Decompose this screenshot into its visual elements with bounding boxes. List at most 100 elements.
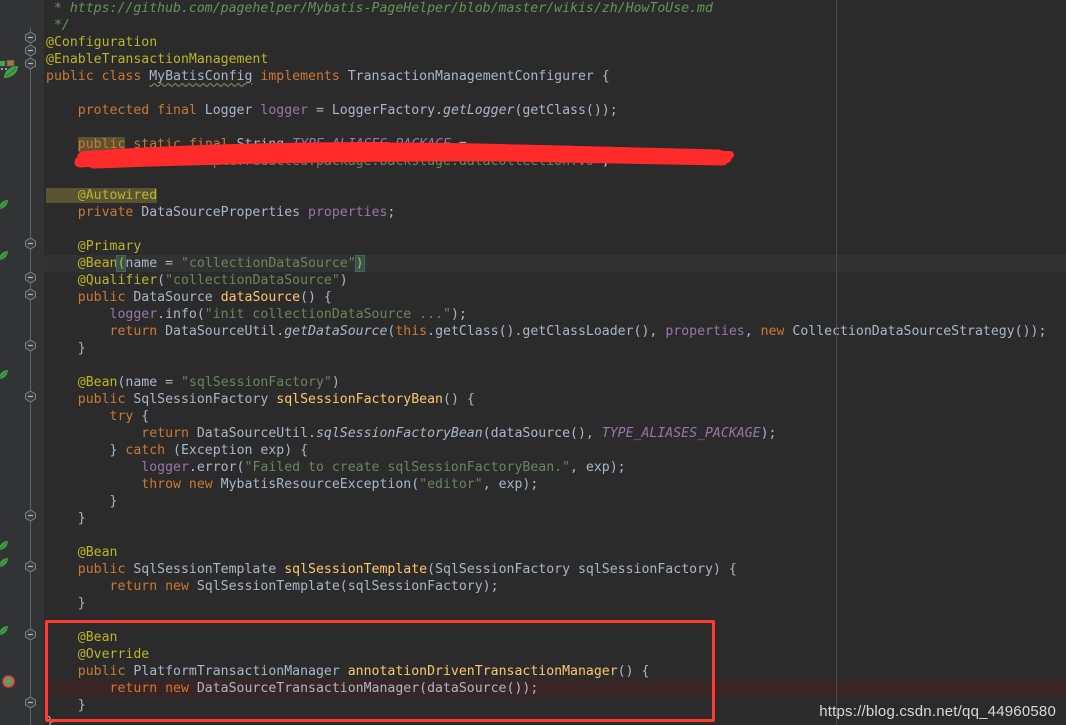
code-line[interactable]: public static final String TYPE_ALIASES_… [0, 136, 467, 153]
code-token: public [46, 392, 134, 407]
spring-bean-icon[interactable] [0, 366, 10, 385]
code-token: = LoggerFactory. [315, 103, 443, 118]
code-token: static [125, 137, 189, 152]
code-line[interactable]: return DataSourceUtil.getDataSource(this… [0, 323, 1047, 340]
code-line[interactable]: logger.error("Failed to create sqlSessio… [0, 459, 626, 476]
code-token: return new [46, 579, 197, 594]
code-token: @Configuration [46, 35, 158, 50]
code-line[interactable]: } [0, 493, 118, 510]
code-text-layer[interactable]: * https://github.com/pagehelper/Mybatis-… [0, 0, 1066, 725]
code-line[interactable]: logger.info("init collectionDataSource .… [0, 306, 467, 323]
fold-rail-line [30, 28, 31, 725]
code-line[interactable]: @Autowired [0, 187, 158, 204]
code-line[interactable]: protected final Logger logger = LoggerFa… [0, 102, 618, 119]
spring-bean-class-icon[interactable] [0, 59, 22, 84]
fold-marker-collapse[interactable] [24, 509, 37, 522]
breakpoint-icon[interactable] [2, 675, 15, 688]
fold-marker-collapse[interactable] [24, 390, 37, 403]
code-line[interactable]: } [0, 595, 86, 612]
code-line[interactable]: private DataSourceProperties properties; [0, 204, 396, 221]
code-line[interactable]: public SqlSessionFactory sqlSessionFacto… [0, 391, 475, 408]
fold-marker-collapse[interactable] [24, 696, 37, 709]
code-line[interactable]: @Qualifier("collectionDataSource") [0, 272, 348, 289]
code-line[interactable] [0, 170, 46, 187]
code-token: sqlSessionTemplate [284, 562, 428, 577]
code-line[interactable]: } [0, 510, 86, 527]
code-token: MyBatisConfig [149, 69, 253, 84]
fold-marker-collapse[interactable] [24, 339, 37, 352]
code-line[interactable]: * https://github.com/pagehelper/Mybatis-… [0, 0, 713, 17]
code-token: "collectionDataSource" [181, 256, 356, 271]
code-token: public [77, 137, 126, 152]
code-token: return [46, 426, 197, 441]
code-line[interactable]: @Bean [0, 544, 118, 561]
code-line[interactable]: public SqlSessionTemplate sqlSessionTemp… [0, 561, 737, 578]
code-editor[interactable]: * https://github.com/pagehelper/Mybatis-… [0, 0, 1066, 725]
fold-marker-collapse[interactable] [24, 237, 37, 250]
code-token: .info( [157, 307, 205, 322]
code-token: catch [125, 443, 174, 458]
code-token: ; [601, 154, 610, 169]
fold-marker-collapse[interactable] [24, 31, 37, 44]
code-line[interactable]: public class MyBatisConfig implements Tr… [0, 68, 610, 85]
code-token: logger [46, 460, 189, 475]
fold-marker-collapse[interactable] [24, 560, 37, 573]
fold-marker-collapse[interactable] [24, 628, 37, 641]
code-token: protected [46, 103, 158, 118]
spring-bean-icon[interactable] [0, 622, 10, 641]
code-line[interactable]: public DataSource dataSource() { [0, 289, 332, 306]
code-token: CollectionDataSourceStrategy()); [792, 324, 1047, 339]
fold-marker-collapse[interactable] [24, 44, 37, 57]
code-token: implements [252, 69, 348, 84]
code-token: DataSourceUtil. [196, 426, 316, 441]
code-token: final [157, 103, 205, 118]
code-token: () { [300, 290, 332, 305]
code-token: (SqlSessionFactory sqlSessionFactory) { [427, 562, 737, 577]
spring-bean-icon[interactable] [0, 196, 10, 215]
code-token: , exp); [570, 460, 626, 475]
code-token: final [188, 137, 237, 152]
code-token: (name = [117, 375, 181, 390]
code-token: "sqlSessionFactory" [181, 375, 332, 390]
code-line[interactable]: throw new MybatisResourceException("edit… [0, 476, 538, 493]
code-token: ) [339, 273, 348, 288]
code-token: "editor" [419, 477, 483, 492]
code-token: .error( [188, 460, 245, 475]
code-line[interactable]: "com.example.redacted.package.backstage.… [0, 153, 610, 170]
code-token: } [46, 511, 86, 526]
code-token: sqlSessionFactoryBean [315, 426, 483, 441]
code-line[interactable] [0, 85, 46, 102]
spring-bean-icon[interactable] [0, 554, 10, 573]
code-token: TYPE_ALIASES_PACKAGE [292, 137, 451, 152]
code-token: try [46, 409, 142, 424]
code-line[interactable]: @Primary [0, 238, 142, 255]
code-line[interactable]: @EnableTransactionManagement [0, 51, 268, 68]
spring-bean-icon[interactable] [0, 247, 10, 266]
code-token: } [46, 494, 118, 509]
fold-marker-collapse[interactable] [24, 271, 37, 284]
code-token: "init collectionDataSource ..." [204, 307, 451, 322]
code-line[interactable]: @Bean(name = "sqlSessionFactory") [0, 374, 340, 391]
code-token: (getClass()); [514, 103, 618, 118]
code-line[interactable]: } catch (Exception exp) { [0, 442, 309, 459]
code-line[interactable]: @Bean(name = "collectionDataSource") [0, 255, 365, 272]
code-token: @Bean [46, 375, 118, 390]
code-line[interactable]: } [0, 340, 86, 357]
code-token: return [46, 324, 166, 339]
code-token: getLogger [443, 103, 515, 118]
code-token: @Bean [46, 545, 118, 560]
code-token: MybatisResourceException( [220, 477, 420, 492]
code-token: ); [760, 426, 777, 441]
code-token: = [450, 137, 467, 152]
fold-marker-collapse[interactable] [24, 57, 37, 70]
code-token: { [141, 409, 150, 424]
fold-marker-collapse[interactable] [24, 288, 37, 301]
code-line[interactable] [0, 119, 46, 136]
code-token: ( [157, 273, 166, 288]
code-line[interactable]: return new SqlSessionTemplate(sqlSession… [0, 578, 499, 595]
code-token: ); [450, 307, 467, 322]
code-line[interactable] [0, 221, 46, 238]
code-token: */ [46, 18, 70, 33]
code-line[interactable]: return DataSourceUtil.sqlSessionFactoryB… [0, 425, 776, 442]
code-line[interactable]: try { [0, 408, 150, 425]
